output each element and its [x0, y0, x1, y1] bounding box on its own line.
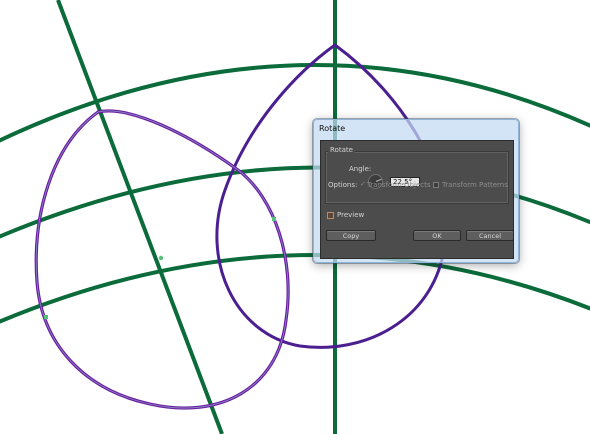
dialog-content: Angle: 22,5° Options: ✓ Transform Object…: [320, 140, 514, 259]
preview-label: Preview: [337, 211, 365, 219]
rotate-group-label: Rotate: [328, 146, 355, 154]
inner-circle-guide[interactable]: [0, 253, 590, 330]
anchor-point-marker[interactable]: [272, 217, 276, 221]
transform-objects-label: Transform Objects: [367, 181, 431, 189]
illustrator-canvas[interactable]: Rotate Angle: 22,5° Options: ✓ Transform…: [0, 0, 590, 434]
angle-label: Angle:: [349, 165, 372, 173]
options-label: Options:: [328, 181, 358, 189]
copy-button[interactable]: Copy: [326, 230, 376, 241]
transform-objects-check-icon: ✓: [360, 181, 366, 188]
dialog-titlebar[interactable]: Rotate: [314, 120, 518, 138]
preview-checkbox[interactable]: [327, 212, 334, 219]
diagonal-guide-line[interactable]: [56, 0, 224, 434]
anchor-point-marker[interactable]: [44, 315, 48, 319]
transform-patterns-label: Transform Patterns: [442, 181, 508, 189]
rotation-center-marker[interactable]: [158, 255, 164, 261]
ok-button[interactable]: OK: [413, 230, 461, 241]
transform-patterns-checkbox[interactable]: [433, 182, 439, 188]
rotate-group-box: Angle: 22,5° Options: ✓ Transform Object…: [325, 151, 509, 204]
rotate-dialog[interactable]: Rotate Angle: 22,5° Options: ✓ Transform…: [313, 119, 519, 263]
dialog-title: Rotate: [319, 124, 346, 133]
cancel-button[interactable]: Cancel: [466, 230, 514, 241]
